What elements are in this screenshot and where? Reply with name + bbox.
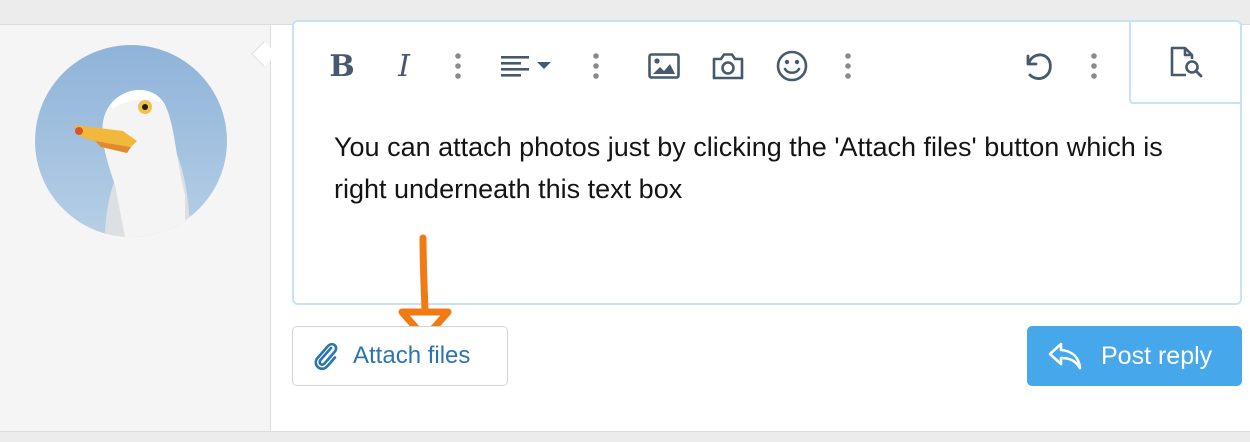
- more-vertical-icon: [1091, 53, 1097, 79]
- user-column: [0, 25, 271, 431]
- attach-files-label: Attach files: [353, 342, 471, 369]
- insert-image-button[interactable]: [644, 46, 684, 86]
- reply-icon: [1048, 342, 1082, 370]
- attach-files-button[interactable]: Attach files: [292, 326, 508, 386]
- post-reply-button[interactable]: Post reply: [1027, 326, 1242, 386]
- align-icon: [501, 56, 551, 77]
- more-text-options-button[interactable]: [450, 46, 466, 86]
- editor-content[interactable]: You can attach photos just by clicking t…: [334, 126, 1214, 210]
- italic-button[interactable]: I: [384, 46, 424, 86]
- preview-button[interactable]: [1129, 22, 1240, 104]
- paperclip-icon: [314, 342, 338, 371]
- image-icon: [648, 53, 680, 79]
- undo-icon: [1026, 53, 1052, 80]
- more-insert-options-button[interactable]: [840, 46, 856, 86]
- bold-icon: B: [329, 48, 355, 84]
- more-vertical-icon: [455, 53, 461, 79]
- insert-media-button[interactable]: [708, 46, 748, 86]
- more-history-options-button[interactable]: [1086, 46, 1102, 86]
- camera-icon: [712, 53, 744, 80]
- insert-smilie-button[interactable]: [772, 46, 812, 86]
- post-reply-label: Post reply: [1101, 341, 1213, 370]
- align-dropdown-button[interactable]: [499, 46, 559, 86]
- preview-icon: [1170, 46, 1202, 78]
- editor-toolbar: B I: [294, 22, 1130, 104]
- more-vertical-icon: [593, 53, 599, 79]
- italic-icon: I: [398, 48, 410, 84]
- more-vertical-icon: [845, 53, 851, 79]
- more-paragraph-options-button[interactable]: [588, 46, 604, 86]
- avatar[interactable]: [35, 45, 227, 237]
- undo-button[interactable]: [1018, 46, 1058, 86]
- smiley-icon: [776, 50, 808, 82]
- bold-button[interactable]: B: [322, 46, 362, 86]
